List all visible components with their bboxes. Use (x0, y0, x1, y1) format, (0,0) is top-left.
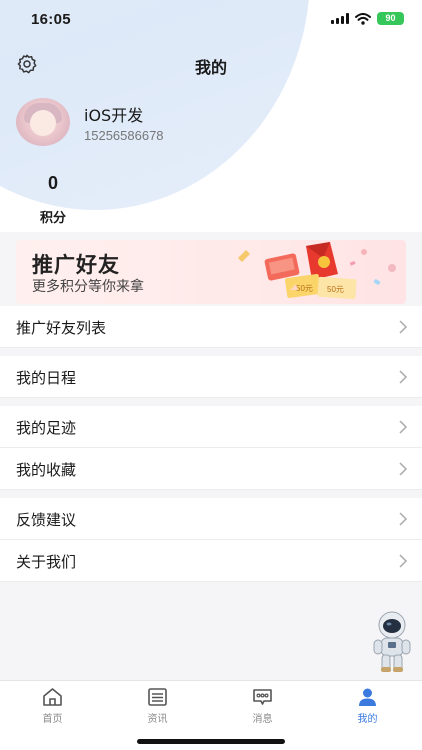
chevron-right-icon (399, 420, 408, 434)
points-label: 积分 (39, 211, 66, 226)
chevron-right-icon (399, 320, 408, 334)
status-bar: 16:05 90 (0, 0, 422, 42)
coupon-text: 50元 (296, 284, 313, 293)
status-icons: 90 (331, 12, 404, 25)
wifi-icon (355, 12, 371, 25)
menu-item-label: 关于我们 (16, 553, 77, 571)
chevron-right-icon (399, 554, 408, 568)
chevron-right-icon (399, 370, 408, 384)
menu-item-promote-list[interactable]: 推广好友列表 (0, 306, 422, 348)
menu-item-schedule[interactable]: 我的日程 (0, 356, 422, 398)
menu-item-label: 反馈建议 (16, 511, 77, 529)
menu-item-footprint[interactable]: 我的足迹 (0, 406, 422, 448)
menu-item-label: 我的足迹 (16, 419, 77, 437)
chevron-right-icon (399, 512, 408, 526)
tab-label: 我的 (357, 714, 378, 725)
signal-icon (331, 13, 349, 24)
navigation-bar: 我的 (0, 44, 422, 84)
battery-icon: 90 (377, 12, 404, 25)
username: iOS开发 (84, 106, 144, 125)
news-icon (148, 688, 167, 706)
promo-banner[interactable]: 推广好友 更多积分等你来拿 50元 50元 (16, 240, 406, 304)
tab-home[interactable]: 首页 (0, 681, 105, 729)
menu-item-label: 我的日程 (16, 369, 77, 387)
profile-icon (359, 688, 376, 706)
tab-label: 资讯 (147, 714, 168, 725)
chevron-right-icon (399, 462, 408, 476)
phone-number: 15256586678 (84, 128, 164, 143)
menu-item-about[interactable]: 关于我们 (0, 540, 422, 582)
points-value[interactable]: 0 (0, 173, 106, 194)
banner-title: 推广好友 (32, 253, 120, 277)
menu-item-favorites[interactable]: 我的收藏 (0, 448, 422, 490)
status-time: 16:05 (31, 11, 71, 28)
banner-subtitle: 更多积分等你来拿 (32, 279, 144, 295)
message-icon (253, 689, 272, 705)
coupon-text-2: 50元 (327, 285, 344, 294)
tab-label: 首页 (42, 714, 63, 725)
page-title: 我的 (194, 58, 227, 77)
tab-messages[interactable]: 消息 (210, 681, 315, 729)
tab-news[interactable]: 资讯 (105, 681, 210, 729)
home-indicator (137, 739, 285, 744)
astronaut-mascot-icon[interactable] (370, 610, 414, 674)
menu-item-label: 推广好友列表 (16, 319, 107, 337)
tab-label: 消息 (252, 714, 273, 725)
avatar[interactable] (16, 98, 70, 146)
red-envelope-illustration: 50元 50元 (238, 242, 396, 300)
menu-item-feedback[interactable]: 反馈建议 (0, 498, 422, 540)
home-icon (43, 688, 62, 706)
menu-item-label: 我的收藏 (16, 461, 77, 479)
tab-profile[interactable]: 我的 (315, 681, 420, 729)
